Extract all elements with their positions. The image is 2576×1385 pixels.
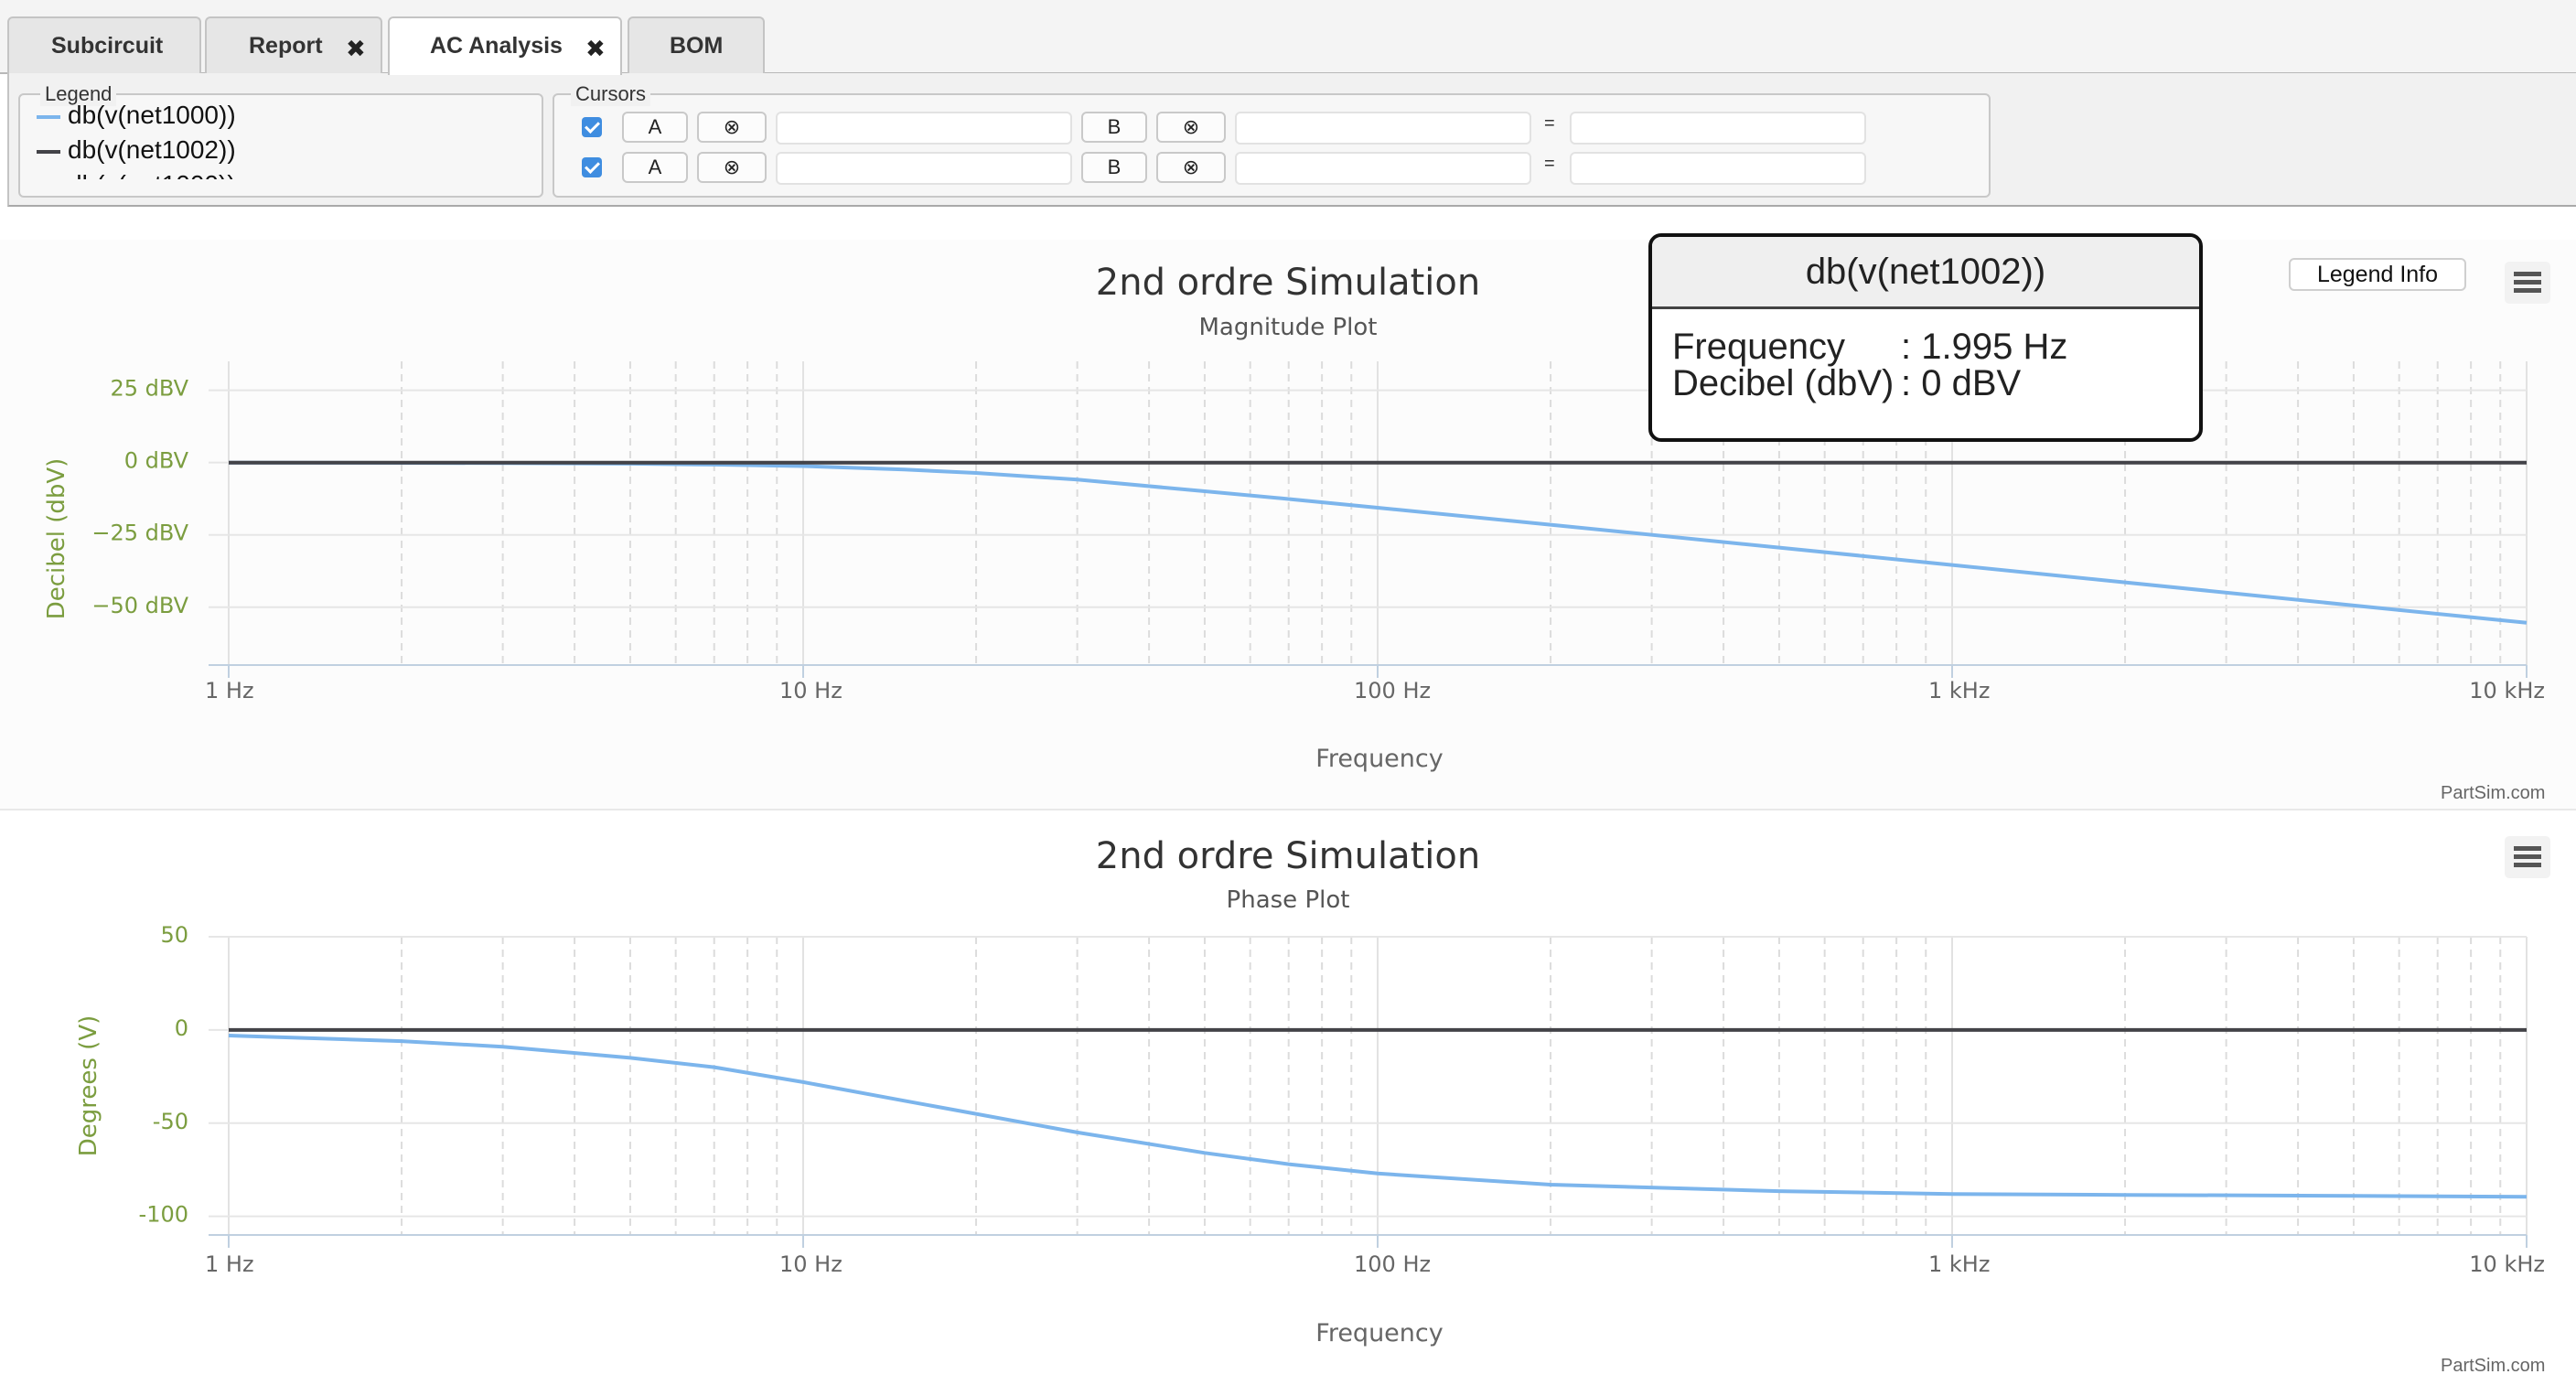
chart-subtitle: Magnitude Plot (1198, 314, 1377, 341)
x-tick-label: 1 kHz (1928, 678, 1990, 703)
tooltip-key: Frequency (1672, 327, 1845, 367)
x-tick-label: 10 kHz (2469, 1251, 2545, 1277)
y-axis-title: Decibel (dbV) (43, 458, 70, 620)
x-tick-label: 1 Hz (205, 678, 254, 703)
y-tick-label: 25 dBV (110, 376, 188, 402)
x-tick-label: 1 Hz (205, 1251, 254, 1277)
x-tick-label: 100 Hz (1354, 1251, 1431, 1277)
tab-label: AC Analysis (430, 33, 563, 59)
close-icon[interactable]: ✖ (585, 37, 606, 60)
x-axis-title: Frequency (1315, 1319, 1444, 1347)
credit-link[interactable]: PartSim.com (2441, 1356, 2545, 1377)
charts-svg: 1 Hz 10 Hz 100 Hz 1 kHz 10 kHz 25 dBV 0 dBV −25… (43, 262, 2545, 1347)
tooltip-value: : 1.995 Hz (1901, 327, 2068, 367)
x-tick-label: 10 Hz (779, 1251, 843, 1277)
phase-menu-icon[interactable] (2505, 836, 2550, 878)
credit-link[interactable]: PartSim.com (2441, 783, 2545, 804)
legend-info-button[interactable]: Legend Info (2289, 258, 2466, 291)
chart-title: 2nd ordre Simulation (1096, 262, 1480, 304)
x-tick-label: 100 Hz (1354, 678, 1431, 703)
chart-title: 2nd ordre Simulation (1096, 835, 1480, 877)
y-axis-title: Degrees (V) (75, 1015, 102, 1157)
tooltip-key: Decibel (dbV) (1672, 363, 1894, 403)
chart-phase: 1 Hz 10 Hz 100 Hz 1 kHz 10 kHz 50 0 -50 -100 2nd … (75, 835, 2545, 1347)
x-axis-title: Frequency (1315, 745, 1444, 773)
y-tick-label: 0 dBV (124, 448, 189, 474)
x-tick-label: 10 kHz (2469, 678, 2545, 703)
tooltip-value: : 0 dBV (1901, 363, 2022, 403)
y-tick-label: 50 (160, 922, 188, 948)
y-tick-label: −25 dBV (91, 521, 188, 546)
app-root: Subcircuit Report ✖ AC Analysis ✖ BOM Le… (0, 0, 2576, 1385)
x-tick-label: 10 Hz (779, 678, 843, 703)
y-tick-label: 0 (175, 1015, 188, 1041)
tooltip-title: db(v(net1002)) (1652, 237, 2199, 309)
magnitude-menu-icon[interactable] (2505, 262, 2550, 304)
chart-subtitle: Phase Plot (1227, 886, 1350, 914)
data-tooltip: db(v(net1002)) Frequency : 1.995 Hz Decib… (1648, 233, 2203, 442)
tooltip-row: Decibel (dbV): 0 dBV (1672, 363, 2021, 404)
y-tick-label: −50 dBV (91, 593, 188, 618)
tab-ac-analysis[interactable]: AC Analysis ✖ (388, 16, 622, 75)
y-tick-label: -100 (139, 1202, 188, 1228)
x-tick-label: 1 kHz (1928, 1251, 1990, 1277)
tooltip-row: Frequency : 1.995 Hz (1672, 327, 2067, 368)
y-tick-label: -50 (153, 1109, 188, 1134)
